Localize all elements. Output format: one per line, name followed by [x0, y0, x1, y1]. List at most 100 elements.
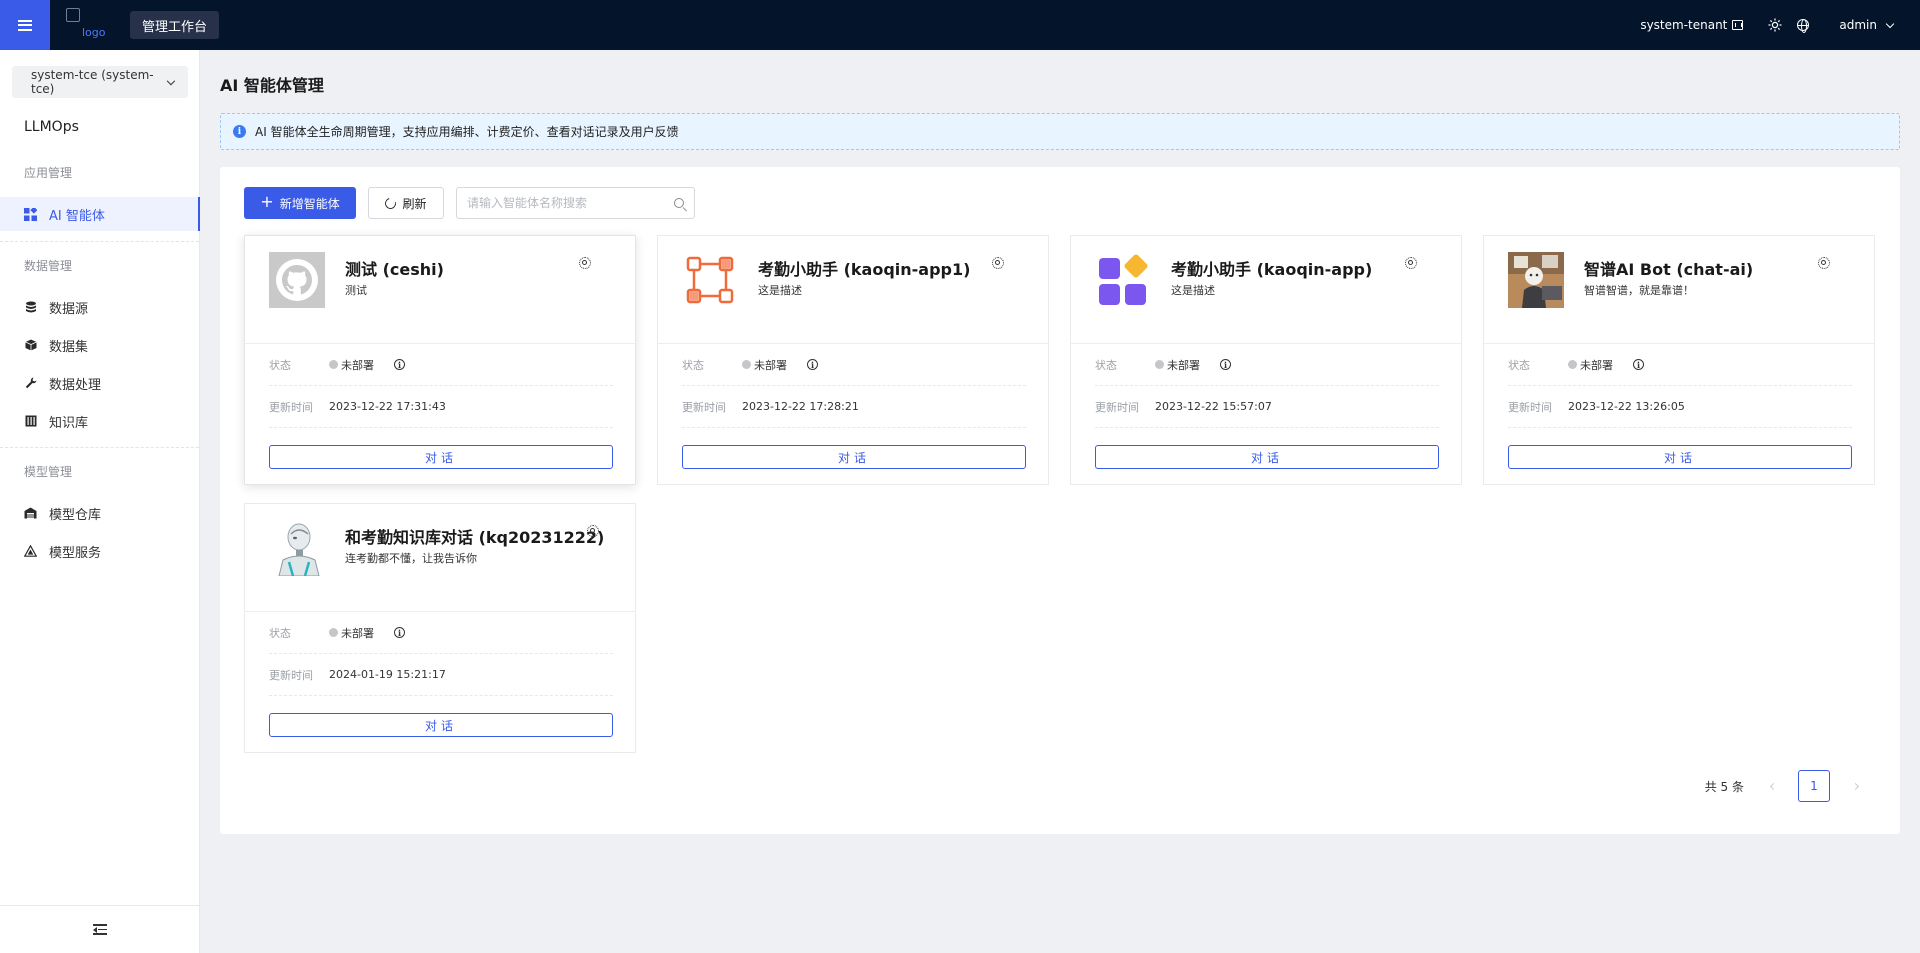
tenant-name: system-tenant [1640, 18, 1728, 32]
tenant-select[interactable]: system-tce (system-tce) [12, 66, 188, 98]
status-value: 未部署 [1167, 358, 1200, 372]
tenant-select-value: system-tce (system-tce) [31, 68, 154, 96]
chat-button[interactable]: 对话 [1508, 445, 1852, 469]
updated-row: 更新时间 2023-12-22 15:57:07 [1095, 386, 1439, 428]
next-page-button[interactable] [1840, 770, 1870, 802]
chat-button[interactable]: 对话 [269, 445, 613, 469]
logo-alt-text: logo [82, 26, 106, 39]
agent-card[interactable]: 智谱AI Bot (chat-ai) 智谱智谱，就是靠谱！ 状态 未部署 i 更… [1483, 235, 1875, 485]
updated-row: 更新时间 2023-12-22 17:31:43 [269, 386, 613, 428]
agent-card[interactable]: 和考勤知识库对话 (kq20231222) 连考勤都不懂，让我告诉你 状态 未部… [244, 503, 636, 753]
info-circle-icon[interactable]: i [1220, 359, 1231, 370]
page-number-button[interactable]: 1 [1798, 770, 1830, 802]
card-title: 考勤小助手 (kaoqin-app) [1171, 260, 1373, 279]
info-circle-icon[interactable]: i [394, 627, 405, 638]
updated-value: 2024-01-19 15:21:17 [329, 668, 446, 681]
plus-icon: + [260, 192, 274, 211]
sidebar-item-ai-agent[interactable]: AI 智能体 [0, 197, 200, 231]
sidebar-item-datasource[interactable]: 数据源 [0, 290, 200, 324]
settings-gear-icon[interactable] [1818, 257, 1830, 269]
agent-card[interactable]: 考勤小助手 (kaoqin-app) 这是描述 状态 未部署 i 更新时间 20… [1070, 235, 1462, 485]
status-label: 状态 [269, 626, 291, 640]
sidebar-item-label: 模型仓库 [49, 507, 102, 523]
page-title: AI 智能体管理 [220, 76, 324, 95]
search-icon[interactable] [674, 198, 684, 208]
settings-gear-icon[interactable] [1405, 257, 1417, 269]
settings-gear-icon[interactable] [587, 525, 599, 537]
settings-gear-icon[interactable] [992, 257, 1004, 269]
book-icon [24, 415, 37, 428]
updated-label: 更新时间 [1508, 400, 1552, 414]
updated-label: 更新时间 [269, 668, 313, 682]
status-row: 状态 未部署 i [269, 344, 613, 386]
logo: logo [66, 8, 110, 42]
sidebar-item-model-service[interactable]: 模型服务 [0, 534, 200, 568]
hamburger-icon [18, 19, 32, 31]
agent-panel: + 新增智能体 刷新 测试 (ceshi) 测试 状态 未部署 i 更新时 [220, 167, 1900, 834]
tenant-switch[interactable]: system-tenant [1640, 18, 1744, 32]
add-agent-button[interactable]: + 新增智能体 [244, 187, 356, 219]
search-input[interactable] [467, 196, 674, 210]
info-circle-icon[interactable]: i [1633, 359, 1644, 370]
switch-icon [1732, 20, 1744, 30]
info-alert-text: AI 智能体全生命周期管理，支持应用编排、计费定价、查看对话记录及用户反馈 [255, 125, 679, 139]
github-avatar-icon [269, 252, 325, 308]
card-description: 智谱智谱，就是靠谱！ [1584, 284, 1694, 297]
card-description: 测试 [345, 284, 367, 297]
card-title: 和考勤知识库对话 (kq20231222) [345, 528, 605, 547]
status-value: 未部署 [341, 626, 374, 640]
updated-value: 2023-12-22 15:57:07 [1155, 400, 1272, 413]
chat-button[interactable]: 对话 [682, 445, 1026, 469]
sidebar-item-label: 知识库 [49, 415, 89, 431]
language-globe-icon[interactable] [1797, 19, 1810, 33]
prev-page-button[interactable] [1758, 770, 1788, 802]
updated-row: 更新时间 2023-12-22 17:28:21 [682, 386, 1026, 428]
workspace-switch-button[interactable]: 管理工作台 [130, 11, 220, 39]
search-box [456, 187, 695, 219]
triangle-service-icon [24, 545, 37, 558]
robot-photo-icon [269, 520, 325, 577]
status-row: 状态 未部署 i [269, 612, 613, 654]
card-title: 智谱AI Bot (chat-ai) [1584, 260, 1754, 279]
updated-row: 更新时间 2024-01-19 15:21:17 [269, 654, 613, 696]
agent-card[interactable]: 考勤小助手 (kaoqin-app1) 这是描述 状态 未部署 i 更新时间 2… [657, 235, 1049, 485]
sidebar-collapse-button[interactable] [0, 905, 199, 953]
card-title: 测试 (ceshi) [345, 260, 444, 279]
sidebar-item-knowledge[interactable]: 知识库 [0, 404, 200, 438]
card-header: 考勤小助手 (kaoqin-app) 这是描述 [1071, 236, 1461, 344]
card-description: 这是描述 [758, 284, 802, 297]
sidebar-item-label: 数据处理 [49, 377, 102, 393]
divider [0, 447, 199, 448]
sidebar-item-model-repo[interactable]: 模型仓库 [0, 496, 200, 530]
group-title-app: 应用管理 [24, 166, 73, 180]
wrench-icon [24, 377, 37, 390]
info-circle-icon[interactable]: i [394, 359, 405, 370]
info-circle-icon[interactable]: i [807, 359, 818, 370]
theme-toggle-icon[interactable] [1768, 18, 1782, 32]
chat-button[interactable]: 对话 [269, 713, 613, 737]
status-dot-icon [1155, 360, 1164, 369]
status-value: 未部署 [341, 358, 374, 372]
sidebar-item-dataset[interactable]: 数据集 [0, 328, 200, 362]
card-header: 考勤小助手 (kaoqin-app1) 这是描述 [658, 236, 1048, 344]
status-row: 状态 未部署 i [1095, 344, 1439, 386]
user-menu[interactable]: admin [1839, 18, 1895, 32]
group-title-data: 数据管理 [24, 259, 73, 273]
refresh-icon [383, 195, 399, 211]
sidebar-item-processing[interactable]: 数据处理 [0, 366, 200, 400]
top-bar: logo 管理工作台 system-tenant admin [0, 0, 1920, 50]
chat-button[interactable]: 对话 [1095, 445, 1439, 469]
refresh-button[interactable]: 刷新 [368, 187, 444, 219]
refresh-button-label: 刷新 [402, 196, 427, 211]
status-value: 未部署 [754, 358, 787, 372]
sidebar-item-label: 模型服务 [49, 545, 102, 561]
card-header: 和考勤知识库对话 (kq20231222) 连考勤都不懂，让我告诉你 [245, 504, 635, 612]
status-value: 未部署 [1580, 358, 1613, 372]
settings-gear-icon[interactable] [579, 257, 591, 269]
agent-card[interactable]: 测试 (ceshi) 测试 状态 未部署 i 更新时间 2023-12-22 1… [244, 235, 636, 485]
user-name: admin [1839, 18, 1877, 32]
status-label: 状态 [269, 358, 291, 372]
cube-icon [24, 339, 37, 352]
menu-toggle-button[interactable] [0, 0, 50, 50]
chevron-down-icon [1885, 19, 1895, 28]
